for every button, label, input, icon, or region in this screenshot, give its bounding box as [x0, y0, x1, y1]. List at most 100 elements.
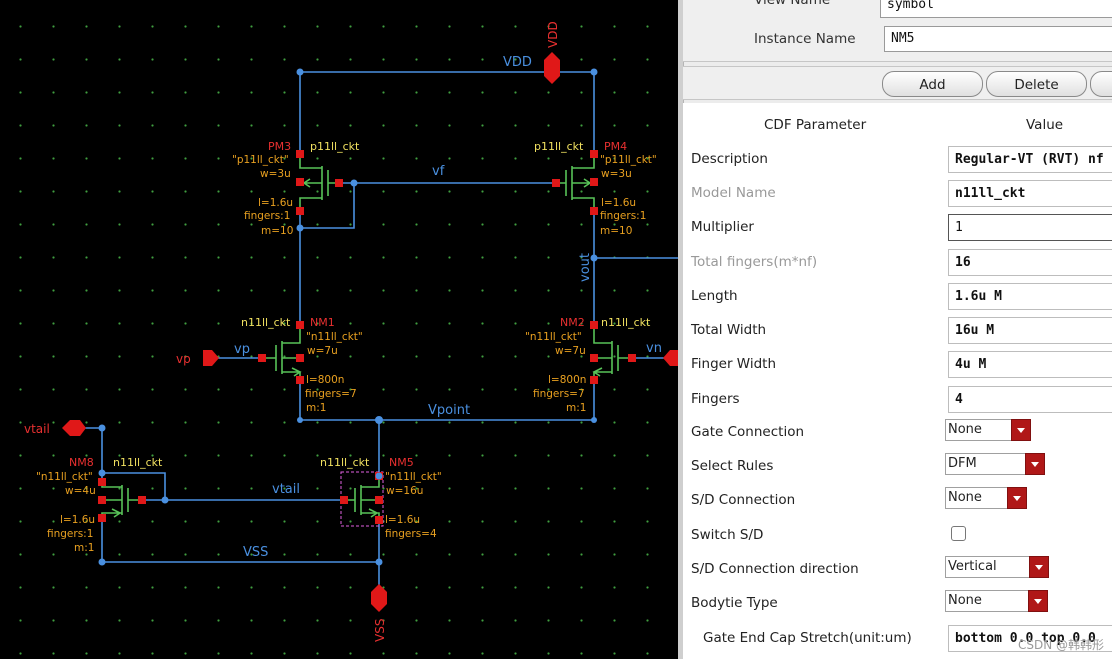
select-select-rules[interactable]: DFM [945, 453, 1045, 475]
schematic-svg[interactable]: VDD VSS vp vtail VDD vf vout Vpoint vtai… [0, 0, 678, 659]
port-vdd[interactable]: VDD [544, 21, 560, 84]
header-value: Value [1026, 117, 1064, 133]
field-description[interactable]: Regular-VT (RVT) nf [948, 146, 1112, 173]
label-select-rules: Select Rules [691, 458, 774, 474]
nm5-inst: NM5 [389, 456, 414, 469]
extra-button[interactable] [1090, 71, 1112, 97]
select-gate-connection[interactable]: None [945, 419, 1031, 441]
row-total-width: Total Width 16u M [683, 313, 1112, 347]
label-description: Description [691, 151, 768, 167]
nm5-model: "n11ll_ckt" [385, 471, 442, 483]
dropdown-arrow-icon[interactable] [1025, 453, 1045, 475]
net-label-vdd: VDD [503, 55, 532, 70]
field-fingers[interactable]: 4 [948, 386, 1112, 413]
dropdown-arrow-icon[interactable] [1007, 487, 1027, 509]
row-bodytie-type: Bodytie Type None [683, 586, 1112, 620]
net-label-vss: VSS [243, 545, 268, 560]
pm4-inst: PM4 [604, 140, 627, 153]
select-bodytie-type[interactable]: None [945, 590, 1048, 612]
nm1-l: l=800n [306, 374, 344, 386]
device-pm3-symbol[interactable] [299, 155, 339, 211]
field-multiplier[interactable]: 1 [948, 214, 1112, 241]
label-total-fingers: Total fingers(m*nf) [691, 254, 818, 270]
net-label-vp: vp [234, 342, 250, 357]
net-label-vtail: vtail [272, 482, 300, 497]
view-name-label: View Name [754, 0, 831, 8]
wire-vss[interactable] [101, 518, 379, 563]
cdf-parameter-table: CDF Parameter Value Description Regular-… [683, 103, 1112, 659]
nm1-w: w=7u [307, 345, 338, 357]
select-sd-direction-value: Vertical [948, 559, 997, 574]
property-panel: View Name symbol Instance Name NM5 Add D… [678, 0, 1112, 659]
device-nm8-symbol[interactable] [101, 482, 142, 518]
select-bodytie-type-value: None [948, 593, 982, 608]
select-sd-connection-value: None [948, 490, 982, 505]
nm2-cell: n11ll_ckt [601, 316, 651, 329]
button-row: Add Delete [683, 66, 1112, 100]
nm8-cell: n11ll_ckt [113, 456, 163, 469]
device-nm2-symbol[interactable] [592, 325, 631, 380]
dropdown-arrow-icon[interactable] [1029, 556, 1049, 578]
nm5-cell: n11ll_ckt [320, 456, 370, 469]
row-multiplier: Multiplier 1 [683, 210, 1112, 244]
pm4-cell: p11ll_ckt [534, 140, 584, 153]
dropdown-arrow-icon[interactable] [1011, 419, 1031, 441]
field-finger-width[interactable]: 4u M [948, 351, 1112, 378]
field-total-width[interactable]: 16u M [948, 317, 1112, 344]
select-gate-connection-value: None [948, 422, 982, 437]
wires[interactable] [85, 71, 678, 585]
svg-text:vtail: vtail [24, 422, 50, 436]
field-total-fingers[interactable]: 16 [948, 249, 1112, 276]
delete-button[interactable]: Delete [986, 71, 1087, 97]
header-cdf-parameter: CDF Parameter [764, 117, 867, 133]
switch-sd-checkbox[interactable] [951, 526, 966, 541]
view-name-field[interactable]: symbol [880, 0, 1112, 18]
net-label-vpoint: Vpoint [428, 403, 470, 418]
wire-pm3-diode[interactable] [300, 183, 355, 229]
device-pm4-symbol[interactable] [555, 155, 595, 211]
dropdown-arrow-icon[interactable] [1028, 590, 1048, 612]
label-length: Length [691, 288, 738, 304]
select-sd-connection[interactable]: None [945, 487, 1027, 509]
label-total-width: Total Width [691, 322, 767, 338]
row-total-fingers: Total fingers(m*nf) 16 [683, 245, 1112, 279]
field-model-name[interactable]: n11ll_ckt [948, 180, 1112, 207]
pm4-fingers: fingers:1 [600, 210, 646, 222]
schematic-canvas[interactable]: VDD VSS vp vtail VDD vf vout Vpoint vtai… [0, 0, 678, 659]
pm4-m: m=10 [600, 225, 632, 237]
add-button[interactable]: Add [882, 71, 983, 97]
label-sd-connection: S/D Connection [691, 492, 796, 508]
net-label-vf: vf [432, 164, 445, 179]
label-fingers: Fingers [691, 391, 740, 407]
port-vtail[interactable]: vtail [24, 420, 86, 436]
nm8-model: "n11ll_ckt" [36, 471, 93, 483]
port-vp[interactable]: vp [176, 350, 219, 366]
nm8-inst: NM8 [69, 456, 94, 469]
net-label-vout: vout [578, 253, 593, 282]
nm1-fingers: fingers=7 [305, 388, 357, 400]
port-vss[interactable]: VSS [371, 584, 387, 642]
instance-name-field[interactable]: NM5 [884, 26, 1112, 52]
label-sd-direction: S/D Connection direction [691, 561, 859, 577]
svg-text:VDD: VDD [546, 21, 560, 48]
pm3-w: w=3u [260, 168, 291, 180]
nm1-m: m:1 [306, 402, 326, 414]
row-description: Description Regular-VT (RVT) nf [683, 142, 1112, 176]
label-gate-connection: Gate Connection [691, 424, 805, 440]
device-nm1-symbol[interactable] [262, 325, 302, 380]
row-model-name: Model Name n11ll_ckt [683, 176, 1112, 210]
pm4-w: w=3u [601, 168, 632, 180]
port-vn[interactable] [663, 350, 678, 366]
label-bodytie-type: Bodytie Type [691, 595, 778, 611]
pm3-fingers: fingers:1 [244, 210, 290, 222]
nm8-w: w=4u [65, 485, 96, 497]
nm2-m: m:1 [566, 402, 586, 414]
field-length[interactable]: 1.6u M [948, 283, 1112, 310]
svg-text:vp: vp [176, 352, 191, 366]
row-sd-connection: S/D Connection None [683, 483, 1112, 517]
pm3-cell: p11ll_ckt [310, 140, 360, 153]
select-sd-direction[interactable]: Vertical [945, 556, 1049, 578]
row-length: Length 1.6u M [683, 279, 1112, 313]
row-select-rules: Select Rules DFM [683, 449, 1112, 483]
pm3-model: "p11ll_ckt" [232, 154, 289, 166]
